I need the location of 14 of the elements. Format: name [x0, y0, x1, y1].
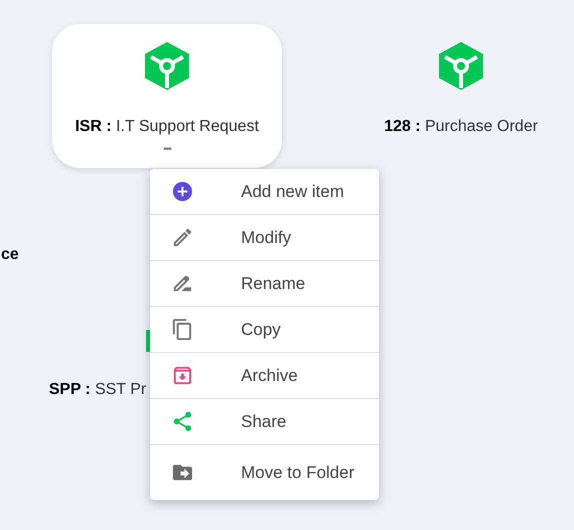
menu-item[interactable]: Share	[150, 399, 379, 445]
menu-item[interactable]: Archive	[150, 353, 379, 399]
form-title[interactable]: SPP : SST Pr	[49, 378, 146, 402]
form-tile[interactable]: 128 : Purchase Order	[346, 24, 574, 168]
form-tile[interactable]: ISR : I.T Support Request •••	[52, 24, 282, 168]
menu-item[interactable]: Copy	[150, 307, 379, 353]
form-title[interactable]: 128 : Purchase Order	[384, 115, 538, 139]
menu-item[interactable]: Add new item	[150, 169, 379, 215]
menu-item[interactable]: Move to Folder	[150, 445, 379, 500]
more-button[interactable]: •••	[163, 145, 171, 155]
menu-item[interactable]: Rename	[150, 261, 379, 307]
form-title[interactable]: ce	[1, 243, 19, 267]
form-title[interactable]: ISR : I.T Support Request	[75, 115, 259, 139]
menu-item[interactable]: Modify	[150, 215, 379, 261]
